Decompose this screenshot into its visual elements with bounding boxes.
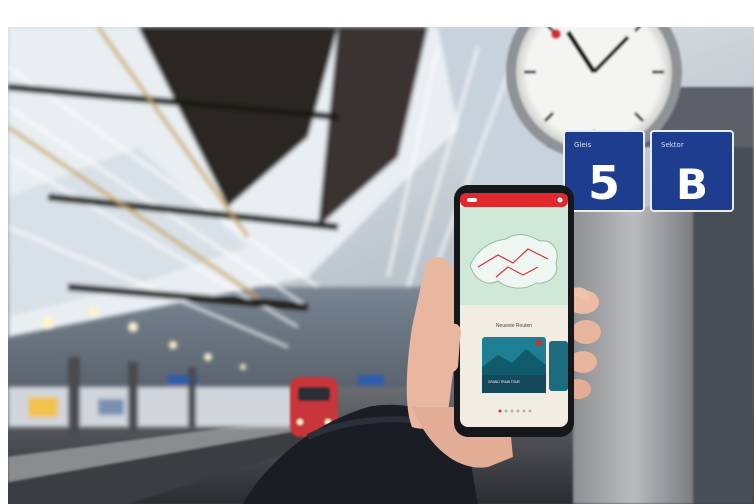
profile-icon[interactable] [557,197,563,203]
sector-letter: B [676,160,708,209]
sector-sign: Sektor B [650,130,734,212]
route-card-label: GRAND TRAIN TOUR [488,380,520,384]
menu-icon[interactable] [467,198,477,202]
platform-number: 5 [588,156,620,210]
app-section-title: Neueste Routen [496,323,532,329]
platform-sign: Gleis 5 [563,130,645,212]
platform-sign-prefix: Gleis [574,141,592,149]
photo-scene: Gleis 5 Sektor B Neueste Routen GRAND TR… [8,27,754,504]
favorite-icon[interactable] [536,340,542,346]
next-card-peek[interactable] [549,341,568,391]
station-photo: Gleis 5 Sektor B Neueste Routen GRAND TR… [8,27,754,504]
route-card[interactable]: GRAND TRAIN TOUR [482,337,546,393]
smartphone: Neueste Routen GRAND TRAIN TOUR [454,185,574,437]
sector-sign-prefix: Sektor [661,141,684,149]
